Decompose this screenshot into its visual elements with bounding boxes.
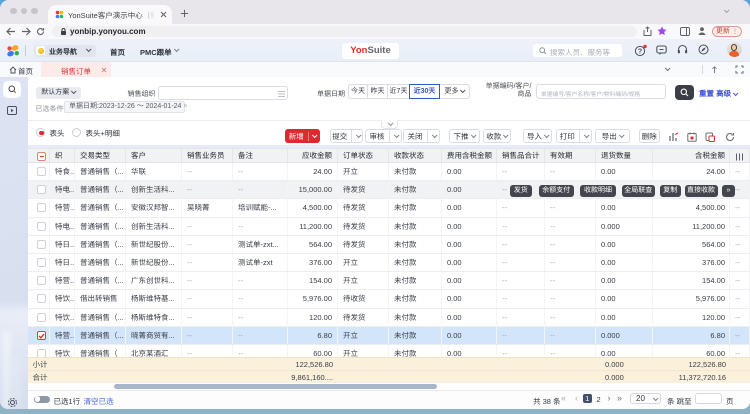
svg-text:?: ?	[638, 48, 642, 55]
